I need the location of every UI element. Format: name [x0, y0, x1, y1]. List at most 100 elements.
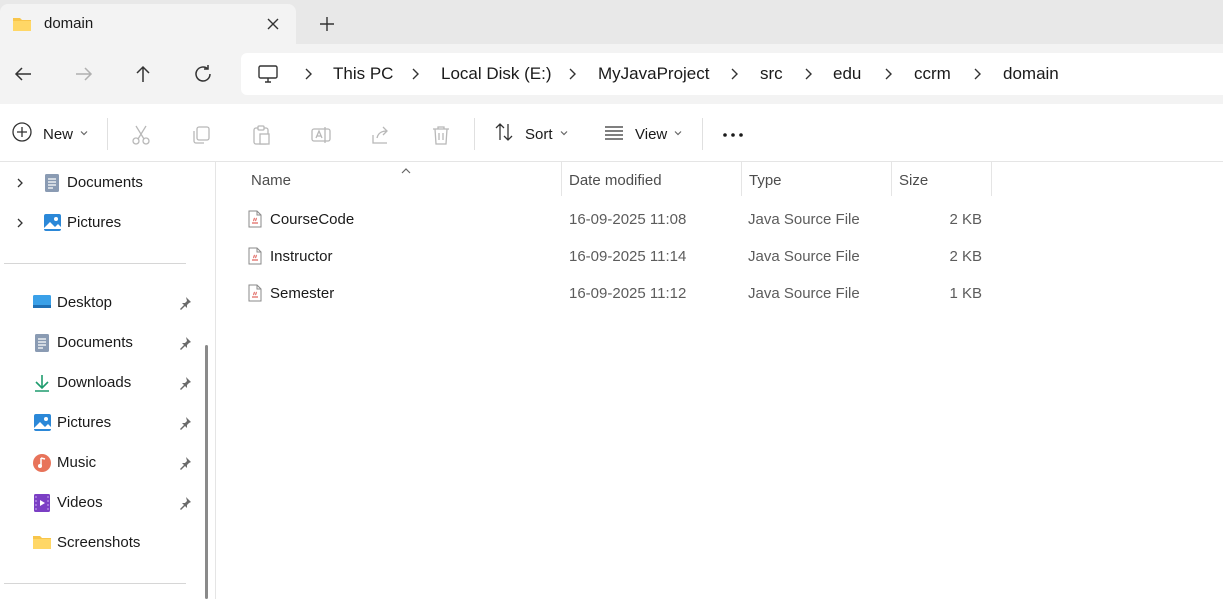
column-divider[interactable]: [741, 162, 742, 196]
column-header-name[interactable]: Name: [251, 162, 561, 198]
plus-circle-icon: [11, 121, 33, 148]
file-name: Instructor: [270, 248, 333, 265]
copy-icon[interactable]: [190, 124, 212, 146]
sort-button[interactable]: Sort: [493, 122, 569, 146]
chevron-down-icon: [673, 125, 683, 143]
pin-icon[interactable]: [178, 456, 192, 475]
sidebar-item-screenshots[interactable]: Screenshots: [0, 528, 198, 558]
chevron-right-icon[interactable]: [881, 67, 895, 81]
breadcrumb-myjavaproject[interactable]: MyJavaProject: [598, 64, 709, 84]
chevron-right-icon[interactable]: [727, 67, 741, 81]
toolbar-divider: [474, 118, 475, 150]
sidebar-item-label: Pictures: [57, 414, 112, 431]
tab-domain[interactable]: domain: [0, 4, 296, 44]
chevron-right-icon[interactable]: [408, 67, 422, 81]
folder-icon: [32, 533, 52, 556]
forward-button[interactable]: [72, 62, 96, 86]
chevron-down-icon: [559, 125, 569, 143]
sidebar-item-desktop[interactable]: Desktop: [0, 288, 198, 318]
breadcrumb-local-disk[interactable]: Local Disk (E:): [441, 64, 552, 84]
refresh-button[interactable]: [191, 62, 215, 86]
file-date-modified: 16-09-2025 11:14: [569, 248, 687, 265]
sidebar-item-documents-tree[interactable]: Documents: [0, 168, 198, 198]
column-divider[interactable]: [991, 162, 992, 196]
file-row[interactable]: Instructor 16-09-2025 11:14 Java Source …: [242, 239, 992, 273]
sort-button-label: Sort: [525, 125, 553, 143]
chevron-right-icon[interactable]: [565, 67, 579, 81]
breadcrumb-domain[interactable]: domain: [1003, 64, 1059, 84]
chevron-right-icon[interactable]: [301, 67, 315, 81]
file-type: Java Source File: [748, 285, 860, 302]
column-divider[interactable]: [891, 162, 892, 196]
close-icon[interactable]: [262, 13, 284, 35]
view-button-label: View: [635, 125, 668, 143]
chevron-right-icon[interactable]: [14, 216, 26, 234]
this-pc-icon[interactable]: [257, 64, 279, 89]
pin-icon[interactable]: [178, 336, 192, 355]
sidebar-item-label: Desktop: [57, 294, 113, 311]
more-options-icon[interactable]: [722, 124, 744, 146]
java-file-icon: [248, 210, 262, 233]
pin-icon[interactable]: [178, 496, 192, 515]
new-button-label: New: [43, 125, 74, 143]
file-row[interactable]: Semester 16-09-2025 11:12 Java Source Fi…: [242, 276, 992, 310]
breadcrumb-ccrm[interactable]: ccrm: [914, 64, 951, 84]
chevron-right-icon[interactable]: [801, 67, 815, 81]
sidebar-scrollbar-thumb[interactable]: [205, 345, 208, 599]
file-row[interactable]: CourseCode 16-09-2025 11:08 Java Source …: [242, 202, 992, 236]
sidebar-item-downloads[interactable]: Downloads: [0, 368, 198, 398]
column-header-size[interactable]: Size: [899, 162, 991, 198]
up-button[interactable]: [131, 62, 155, 86]
chevron-right-icon[interactable]: [970, 67, 984, 81]
column-divider[interactable]: [561, 162, 562, 196]
sidebar-item-videos[interactable]: Videos: [0, 488, 198, 518]
java-file-icon: [248, 247, 262, 270]
toolbar-divider: [702, 118, 703, 150]
sidebar-item-pictures[interactable]: Pictures: [0, 408, 198, 438]
back-button[interactable]: [11, 62, 35, 86]
pin-icon[interactable]: [178, 296, 192, 315]
file-size: 2 KB: [949, 248, 982, 265]
delete-icon[interactable]: [430, 124, 452, 146]
pin-icon[interactable]: [178, 376, 192, 395]
sidebar-item-documents[interactable]: Documents: [0, 328, 198, 358]
sidebar-divider: [4, 583, 186, 584]
column-header-date[interactable]: Date modified: [569, 162, 741, 198]
pictures-icon: [43, 213, 62, 237]
cut-icon[interactable]: [130, 124, 152, 146]
breadcrumb-edu[interactable]: edu: [833, 64, 861, 84]
pin-icon[interactable]: [178, 416, 192, 435]
downloads-icon: [33, 373, 51, 398]
new-tab-button[interactable]: [316, 13, 338, 35]
tab-title: domain: [44, 15, 94, 32]
breadcrumb-this-pc[interactable]: This PC: [333, 64, 393, 84]
file-size: 1 KB: [949, 285, 982, 302]
file-date-modified: 16-09-2025 11:12: [569, 285, 687, 302]
java-file-icon: [248, 284, 262, 307]
sidebar-item-pictures-tree[interactable]: Pictures: [0, 208, 198, 238]
view-button[interactable]: View: [603, 122, 683, 146]
paste-icon[interactable]: [250, 124, 272, 146]
column-header-type[interactable]: Type: [749, 162, 891, 198]
pictures-icon: [33, 413, 52, 437]
new-button[interactable]: New: [11, 121, 89, 148]
column-header-label: Type: [749, 172, 782, 189]
file-date-modified: 16-09-2025 11:08: [569, 211, 687, 228]
documents-icon: [33, 333, 51, 358]
file-name: CourseCode: [270, 211, 355, 228]
toolbar-divider: [107, 118, 108, 150]
sidebar-item-label: Pictures: [67, 214, 122, 231]
music-icon: [32, 453, 52, 478]
rename-icon[interactable]: [310, 124, 332, 146]
sidebar-item-label: Documents: [57, 334, 133, 351]
sidebar-divider: [4, 263, 186, 264]
sidebar-item-music[interactable]: Music: [0, 448, 198, 478]
folder-icon: [12, 16, 32, 37]
command-bar: New Sort View: [0, 104, 1223, 162]
address-bar[interactable]: This PC Local Disk (E:) MyJavaProject sr…: [241, 53, 1223, 95]
chevron-right-icon[interactable]: [14, 176, 26, 194]
breadcrumb-src[interactable]: src: [760, 64, 783, 84]
share-icon[interactable]: [370, 124, 392, 146]
videos-icon: [33, 493, 51, 518]
file-type: Java Source File: [748, 248, 860, 265]
